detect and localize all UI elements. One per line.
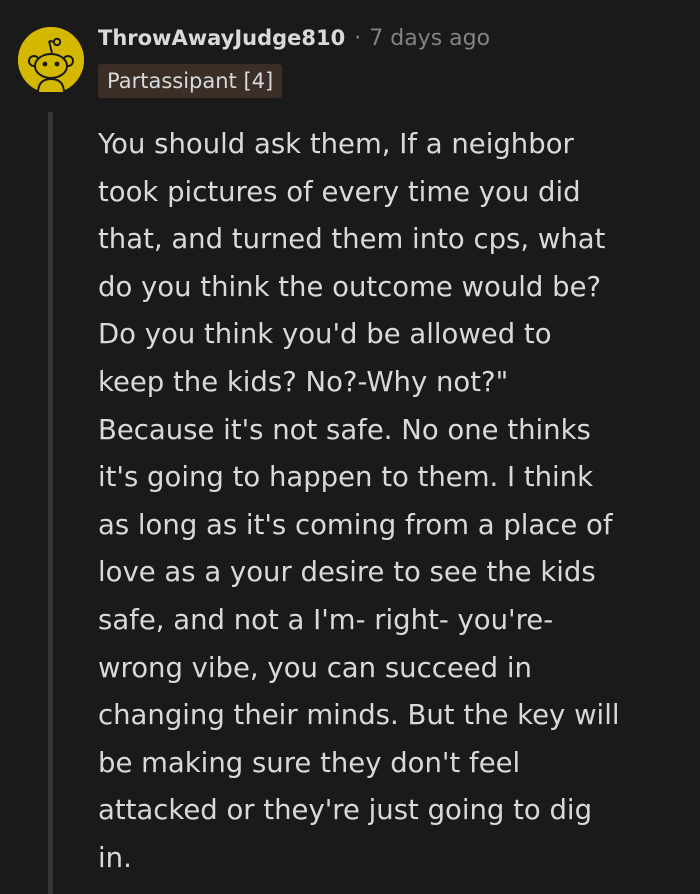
- comment-body-line: You should ask them, If a neighbor: [98, 128, 574, 160]
- comment-meta: ThrowAwayJudge810 · 7 days ago: [98, 22, 490, 54]
- comment-body-line: wrong vibe, you can succeed in: [98, 651, 532, 684]
- comment-body-line: be making sure they don't feel: [98, 746, 521, 779]
- timestamp[interactable]: 7 days ago: [369, 26, 490, 51]
- snoo-avatar-icon[interactable]: [18, 27, 84, 93]
- comment: ThrowAwayJudge810 · 7 days ago Partassip…: [0, 0, 700, 894]
- comment-body-line: took pictures of every time you did: [98, 175, 581, 208]
- comment-body-line: Because it's not safe. No one thinks: [98, 413, 591, 446]
- comment-body-line: changing their minds. But the key will: [98, 699, 620, 732]
- comment-body-line: safe, and not a I'm- right- you're-: [98, 603, 554, 636]
- comment-body-line: love as a your desire to see the kids: [98, 556, 596, 589]
- comment-body-line: it's going to happen to them. I think: [98, 461, 594, 494]
- comment-body-line: attacked or they're just going to dig: [98, 794, 593, 827]
- author-link[interactable]: ThrowAwayJudge810: [98, 26, 345, 50]
- user-flair: Partassipant [4]: [98, 64, 283, 98]
- comment-body-line: do you think the outcome would be?: [98, 270, 602, 303]
- comment-body-line: as long as it's coming from a place of: [98, 508, 613, 541]
- comment-body-line: in.: [98, 841, 132, 874]
- thread-collapse-line[interactable]: [48, 112, 53, 894]
- comment-body-line: keep the kids? No?-Why not?": [98, 365, 509, 398]
- comment-body-line: Do you think you'd be allowed to: [98, 318, 552, 351]
- meta-separator: ·: [354, 25, 362, 51]
- comment-body: You should ask them, If a neighbor took …: [98, 121, 683, 883]
- comment-body-line: that, and turned them into cps, what: [98, 223, 606, 256]
